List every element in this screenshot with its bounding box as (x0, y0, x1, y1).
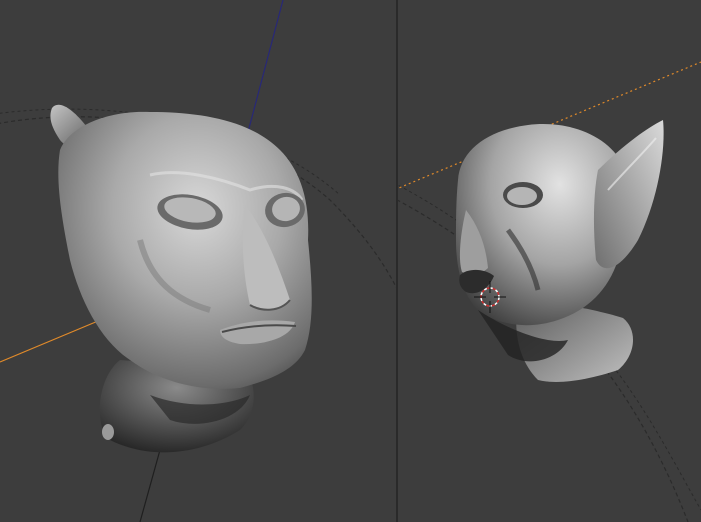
head-mesh-left[interactable] (50, 104, 312, 453)
x-axis-line (0, 315, 111, 363)
head-mesh-right[interactable] (456, 120, 664, 382)
viewport-right[interactable] (398, 0, 701, 522)
grid-line (139, 449, 161, 522)
head-shape (58, 111, 312, 389)
viewport-left[interactable] (0, 0, 396, 522)
blender-3d-view-split (0, 0, 701, 522)
viewport-left-canvas[interactable] (0, 0, 396, 522)
viewport-right-canvas[interactable] (398, 0, 701, 522)
